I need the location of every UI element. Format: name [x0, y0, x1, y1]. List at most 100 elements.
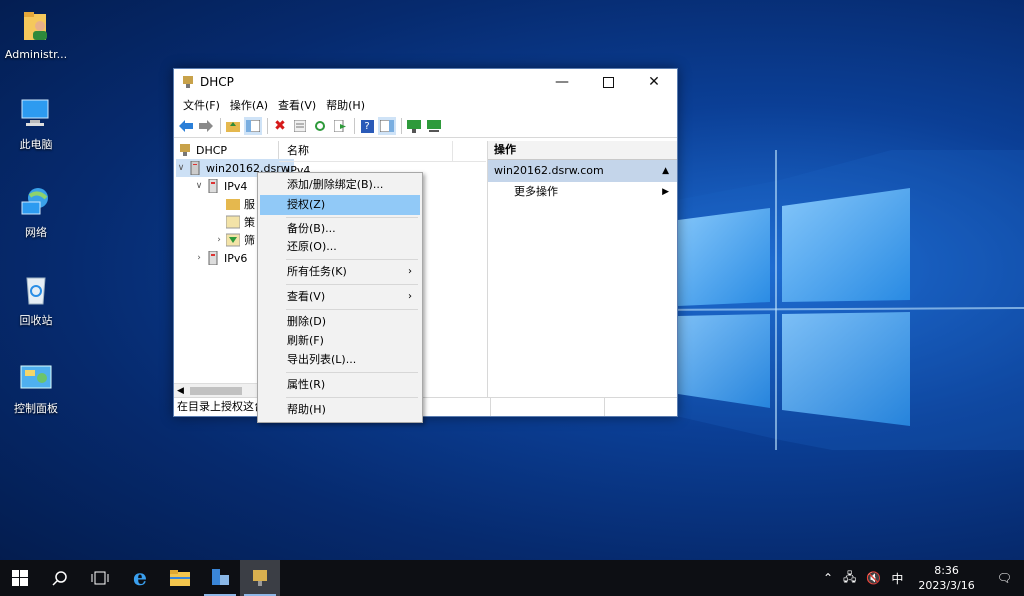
show-hide-tree-button[interactable] [244, 117, 262, 135]
desktop-icon-label: 回收站 [19, 314, 53, 327]
menu-item-authorize[interactable]: 授权(Z) [260, 195, 420, 215]
desktop-icon-recycle-bin[interactable]: 回收站 [0, 272, 72, 328]
desktop-icon-this-pc[interactable]: 此电脑 [0, 96, 72, 152]
ime-indicator[interactable]: 中 [886, 570, 908, 587]
desktop-icon-label: 此电脑 [19, 138, 53, 151]
ipv4-icon [208, 179, 218, 193]
taskbar-file-explorer[interactable] [160, 560, 200, 596]
export-list-button[interactable] [331, 117, 349, 135]
show-hide-action-pane-button[interactable] [378, 117, 396, 135]
status-text: 在目录上授权这台 [174, 398, 262, 416]
help-button[interactable]: ? [358, 117, 376, 135]
folder-up-icon [226, 122, 240, 132]
monitor-icon [407, 119, 421, 133]
menu-view[interactable]: 查看(V) [273, 97, 321, 113]
minimize-icon: — [555, 74, 569, 90]
menu-item-restore[interactable]: 还原(O)... [260, 237, 420, 257]
taskbar-internet-explorer[interactable]: e [120, 560, 160, 596]
tree-label: IPv4 [224, 179, 248, 193]
tree-label: 策 [244, 216, 255, 229]
notification-center-icon[interactable]: 🗨 [985, 571, 1024, 585]
folder-icon [226, 199, 240, 210]
menu-item-backup[interactable]: 备份(B)... [260, 219, 420, 239]
menu-item-label: 刷新(F) [287, 334, 324, 347]
dhcp-app-icon [183, 76, 193, 88]
forward-button[interactable] [197, 117, 215, 135]
show-hidden-icons-chevron-icon[interactable]: ⌃ [818, 571, 838, 585]
network-tray-icon[interactable]: 🖧 [838, 568, 861, 589]
desktop-icon-label: 控制面板 [14, 402, 58, 415]
tree-node-server-options[interactable]: 服 [214, 195, 255, 213]
menu-item-label: 还原(O)... [287, 240, 337, 253]
scrollbar-thumb[interactable] [190, 387, 242, 395]
delete-button[interactable]: ✖ [271, 117, 289, 135]
menu-separator [286, 259, 418, 260]
taskbar-server-manager[interactable] [200, 560, 240, 596]
collapse-chevron-icon[interactable]: ∨ [194, 181, 204, 191]
system-tray: ⌃ 🖧 🔇 中 8:36 2023/3/16 🗨 [818, 560, 1024, 596]
delete-x-icon: ✖ [274, 118, 286, 134]
menu-action[interactable]: 操作(A) [225, 97, 273, 113]
task-view-button[interactable] [80, 560, 120, 596]
desktop-icon-control-panel[interactable]: 控制面板 [0, 360, 72, 416]
menu-separator [286, 217, 418, 218]
scroll-left-icon[interactable]: ◀ [177, 384, 184, 398]
up-level-button[interactable] [224, 117, 242, 135]
menu-separator [286, 397, 418, 398]
server-icon [190, 161, 200, 175]
menu-file[interactable]: 文件(F) [178, 97, 225, 113]
action-pane-icon [380, 120, 394, 132]
server-button[interactable] [405, 117, 423, 135]
more-actions-item[interactable]: 更多操作 ▶ [488, 182, 677, 202]
action-group-server[interactable]: win20162.dsrw.com ▲ [488, 160, 677, 182]
properties-button[interactable] [291, 117, 309, 135]
minimize-button[interactable]: — [539, 69, 585, 95]
clock[interactable]: 8:36 2023/3/16 [908, 563, 984, 593]
menu-item-properties[interactable]: 属性(R) [260, 375, 420, 395]
refresh-button[interactable] [311, 117, 329, 135]
menu-help[interactable]: 帮助(H) [321, 97, 370, 113]
close-button[interactable]: ✕ [631, 69, 677, 95]
computer-icon [18, 96, 54, 132]
toolbar-separator [401, 118, 402, 134]
menu-item-delete[interactable]: 删除(D) [260, 312, 420, 332]
expand-chevron-icon[interactable]: › [214, 235, 224, 245]
menu-item-all-tasks[interactable]: 所有任务(K) › [260, 262, 420, 282]
collapse-up-icon: ▲ [662, 166, 669, 176]
back-button[interactable] [177, 117, 195, 135]
desktop-icon-network[interactable]: 网络 [0, 184, 72, 240]
menu-item-export-list[interactable]: 导出列表(L)... [260, 350, 420, 370]
collapse-chevron-icon[interactable]: ∨ [176, 163, 186, 173]
menu-separator [286, 284, 418, 285]
menu-item-refresh[interactable]: 刷新(F) [260, 331, 420, 351]
menu-item-label: 所有任务(K) [287, 265, 347, 278]
toolbar-separator [267, 118, 268, 134]
desktop-icon-administrator[interactable]: Administr... [0, 8, 72, 61]
tree-label: 服 [244, 198, 255, 211]
menu-item-add-remove-bindings[interactable]: 添加/删除绑定(B)... [260, 175, 420, 195]
taskbar-dhcp[interactable] [240, 560, 280, 596]
tree-node-dhcp[interactable]: DHCP [176, 141, 227, 159]
volume-muted-icon[interactable]: 🔇 [861, 571, 886, 585]
file-explorer-icon [170, 570, 190, 586]
maximize-button[interactable] [585, 69, 631, 95]
control-panel-icon [18, 360, 54, 396]
dhcp-taskbar-icon [253, 570, 267, 586]
network-server-button[interactable] [425, 117, 443, 135]
expand-chevron-icon[interactable]: › [194, 253, 204, 263]
tree-node-ipv6[interactable]: › IPv6 [194, 249, 247, 267]
tree-node-filters[interactable]: › 筛 [214, 231, 255, 249]
menu-item-view[interactable]: 查看(V) › [260, 287, 420, 307]
menu-item-help[interactable]: 帮助(H) [260, 400, 420, 420]
tree-node-ipv4[interactable]: ∨ IPv4 [194, 177, 247, 195]
submenu-arrow-icon: ▶ [662, 187, 669, 197]
search-icon [52, 571, 67, 586]
back-arrow-icon [179, 120, 193, 132]
column-header-name[interactable]: 名称 [279, 141, 453, 161]
tree-node-policies[interactable]: 策 [214, 213, 255, 231]
search-button[interactable] [40, 560, 80, 596]
menu-separator [286, 309, 418, 310]
status-cell [491, 398, 605, 416]
start-button[interactable] [0, 560, 40, 596]
title-bar[interactable]: DHCP — ✕ [174, 69, 677, 95]
